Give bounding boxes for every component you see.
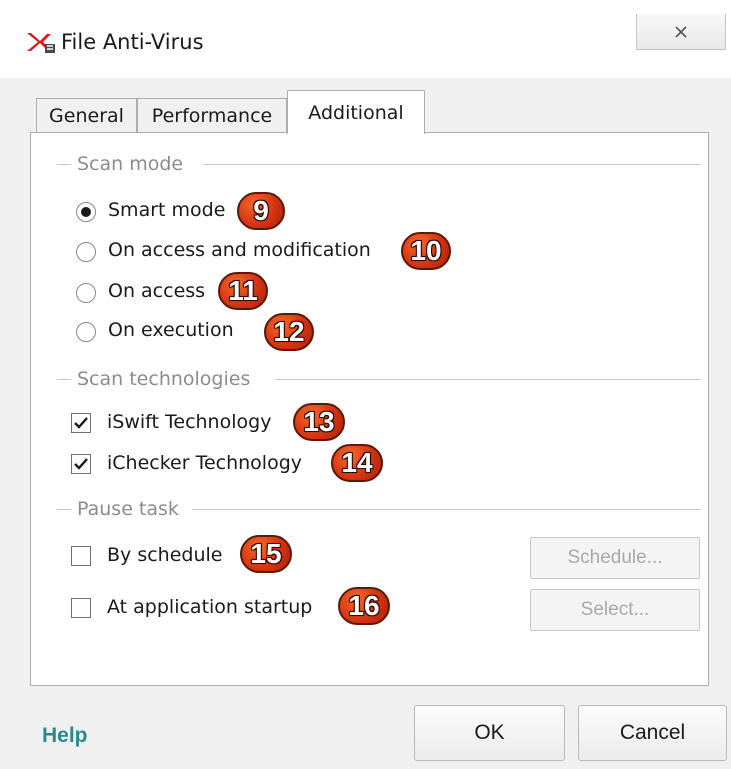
tab-general-label: General — [49, 105, 124, 127]
callout-badge: 14 — [331, 444, 383, 482]
cancel-button[interactable]: Cancel — [578, 705, 727, 761]
scan-technologies-group-title: Scan technologies — [57, 368, 250, 390]
file-antivirus-dialog: File Anti-Virus General Performance Addi… — [0, 0, 731, 769]
callout-badge: 16 — [338, 587, 390, 625]
checkmark-icon — [74, 458, 88, 470]
close-icon — [675, 25, 687, 38]
on-access-radio[interactable] — [76, 283, 96, 303]
on-access-modification-label[interactable]: On access and modification — [108, 239, 371, 261]
on-access-modification-radio[interactable] — [76, 242, 96, 262]
select-button[interactable]: Select... — [530, 589, 700, 631]
ichecker-checkbox[interactable] — [71, 454, 91, 474]
title-bar: File Anti-Virus — [0, 0, 731, 78]
smart-mode-label[interactable]: Smart mode — [108, 199, 225, 221]
help-link[interactable]: Help — [42, 724, 88, 748]
tab-additional-label: Additional — [308, 101, 404, 124]
tab-performance-label: Performance — [151, 105, 273, 127]
on-access-label[interactable]: On access — [108, 280, 205, 302]
by-schedule-checkbox[interactable] — [71, 546, 91, 566]
by-schedule-label[interactable]: By schedule — [107, 544, 222, 566]
callout-badge: 10 — [401, 232, 451, 270]
on-execution-radio[interactable] — [76, 322, 96, 342]
pause-task-divider — [192, 509, 701, 510]
checkmark-icon — [74, 417, 88, 429]
window-title: File Anti-Virus — [61, 30, 204, 54]
kaspersky-logo-icon — [27, 33, 55, 53]
callout-badge: 11 — [218, 272, 268, 310]
ok-button[interactable]: OK — [414, 705, 565, 761]
pause-task-group-title: Pause task — [57, 498, 179, 520]
smart-mode-radio[interactable] — [76, 202, 96, 222]
callout-badge: 15 — [240, 535, 292, 573]
ichecker-label[interactable]: iChecker Technology — [107, 452, 302, 474]
scan-mode-divider — [203, 164, 701, 165]
callout-badge: 12 — [264, 313, 314, 351]
on-execution-label[interactable]: On execution — [108, 319, 234, 341]
scan-technologies-divider — [275, 379, 701, 380]
scan-mode-group-title: Scan mode — [57, 153, 183, 175]
schedule-button[interactable]: Schedule... — [530, 537, 700, 579]
callout-badge: 9 — [237, 192, 285, 230]
iswift-checkbox[interactable] — [71, 413, 91, 433]
tab-performance[interactable]: Performance — [137, 98, 287, 133]
close-button[interactable] — [636, 14, 726, 50]
callout-badge: 13 — [293, 403, 345, 441]
iswift-label[interactable]: iSwift Technology — [107, 411, 271, 433]
at-startup-checkbox[interactable] — [71, 598, 91, 618]
tab-additional[interactable]: Additional — [287, 90, 425, 134]
tab-general[interactable]: General — [36, 98, 137, 133]
at-startup-label[interactable]: At application startup — [107, 596, 312, 618]
